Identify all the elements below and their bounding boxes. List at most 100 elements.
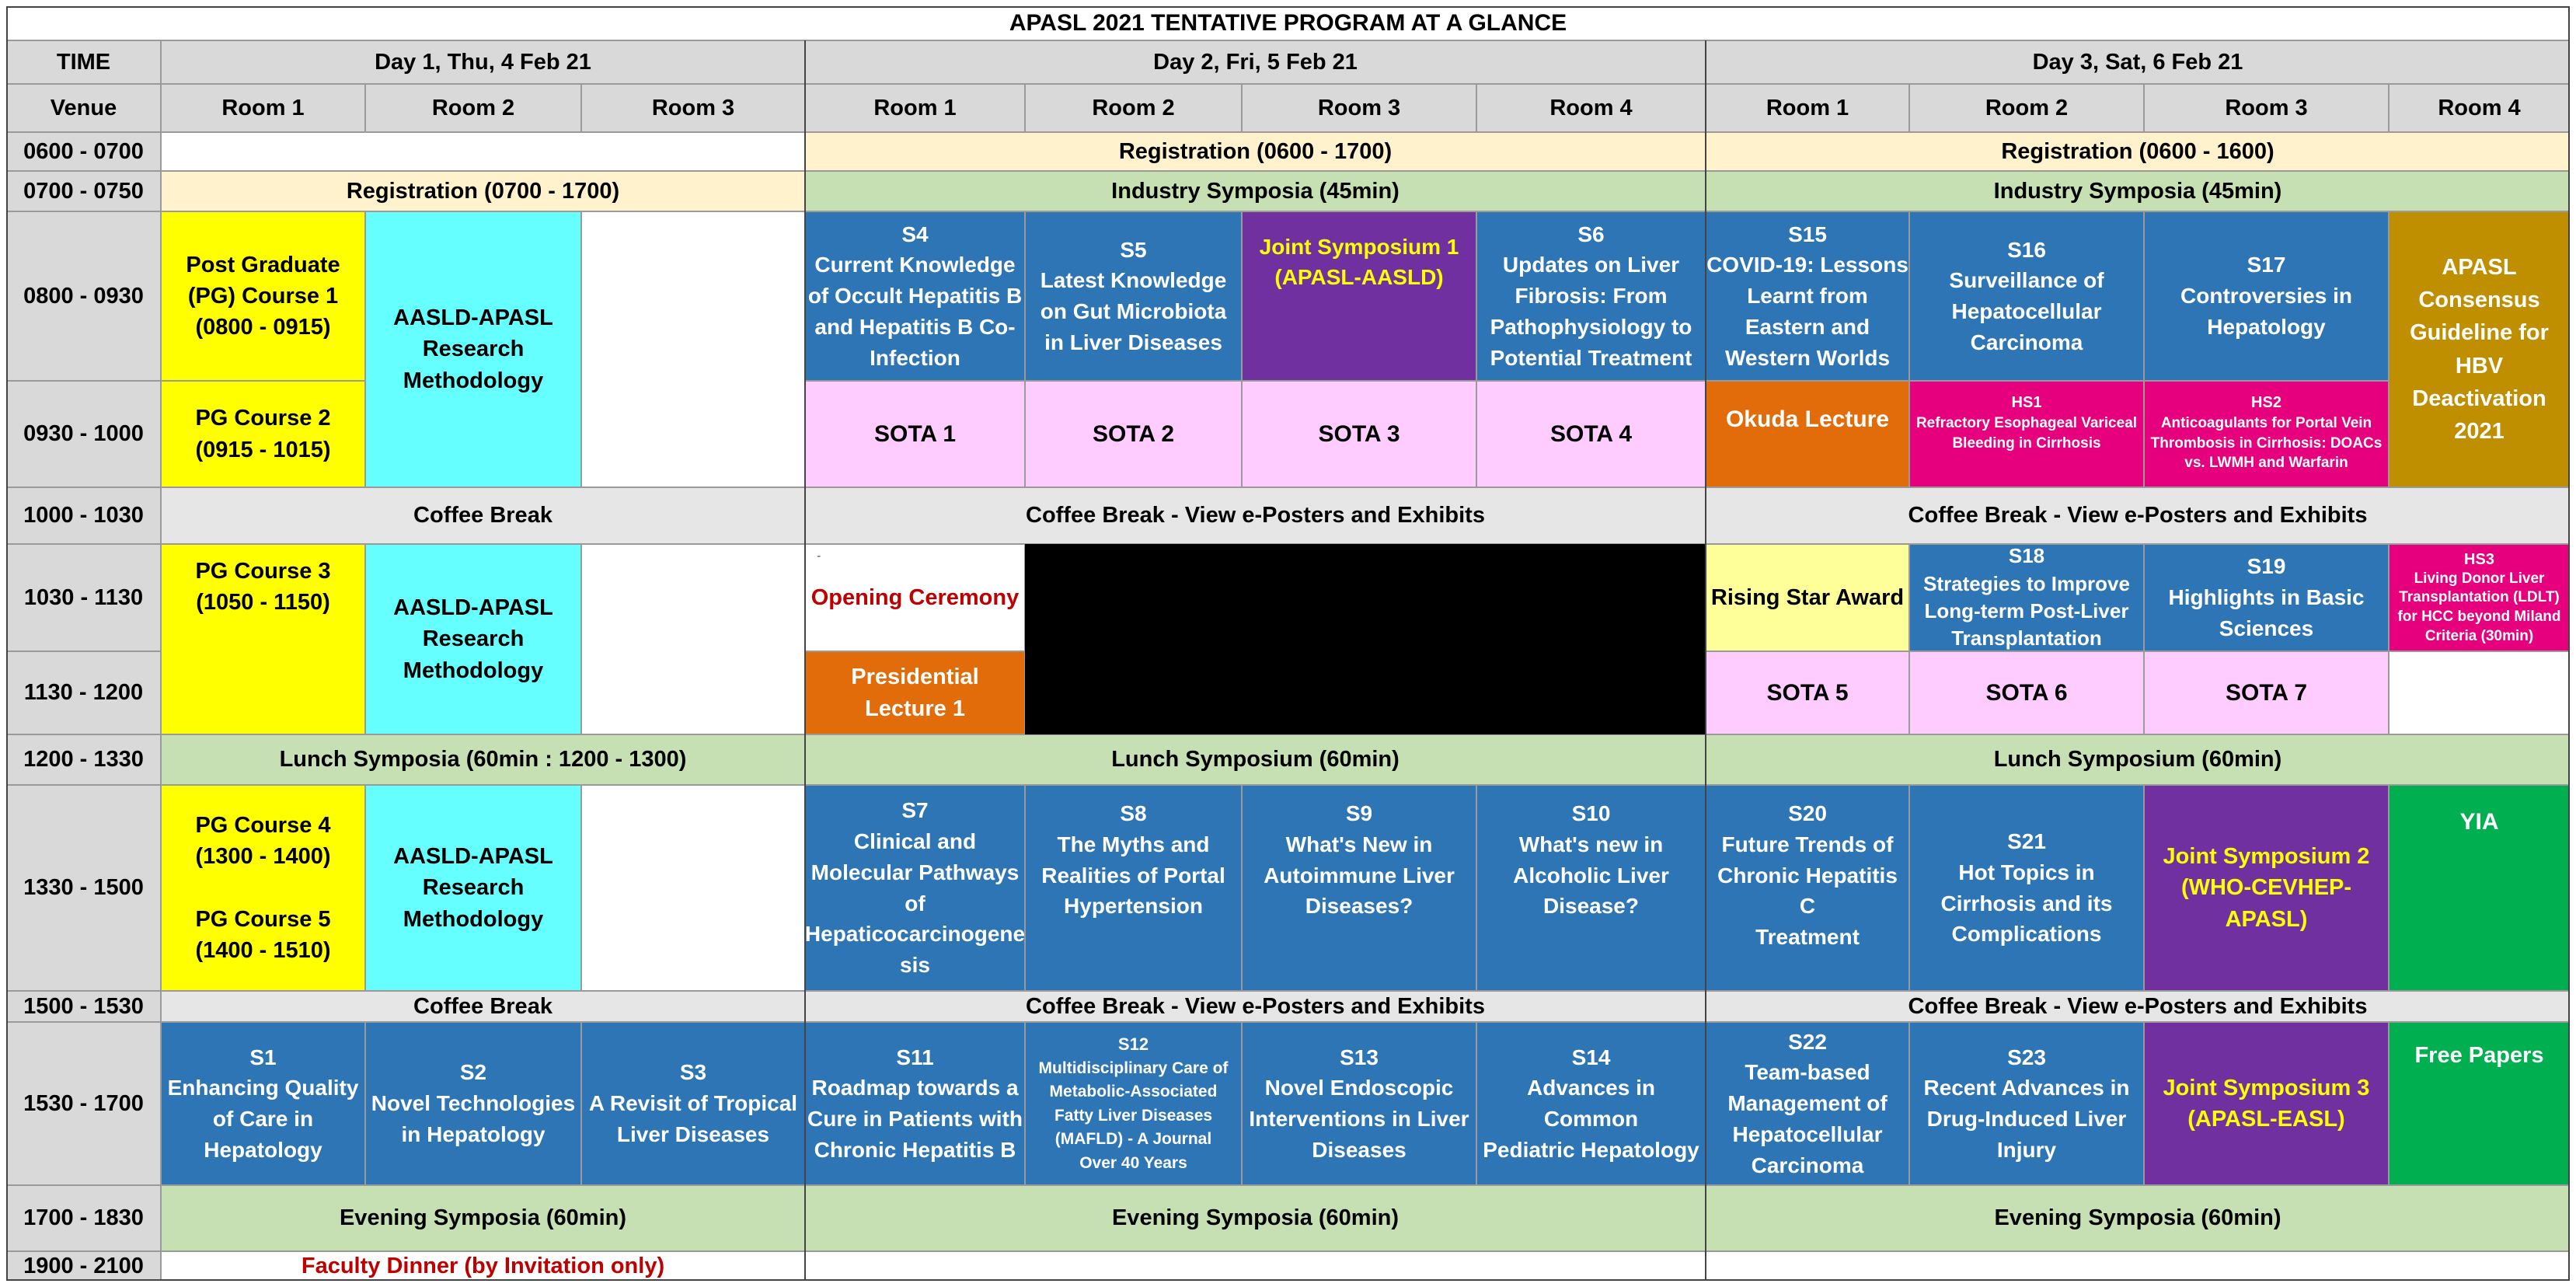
session-s21-line: S21 (2007, 829, 2046, 853)
session-s4-line: S4 (901, 221, 929, 246)
session-s7-line: Molecular Pathways (810, 860, 1020, 884)
session-s5-line: S5 (1120, 237, 1147, 262)
coffee-break-day3-label: Coffee Break - View e-Posters and Exhibi… (1908, 503, 2368, 528)
empty-cell (2389, 651, 2570, 734)
session-s22-line: Management of (1727, 1091, 1888, 1116)
industry-symposia-day2-label: Industry Symposia (45min) (1111, 178, 1400, 204)
venue-header: Venue (6, 84, 161, 132)
evening-symposia-day3: Evening Symposia (60min) (1706, 1185, 2570, 1251)
lunch-symposium-day2: Lunch Symposium (60min) (805, 734, 1706, 785)
sota-1: SOTA 1 (805, 381, 1025, 487)
sota-2-label: SOTA 2 (1092, 420, 1174, 447)
session-s3-line: Liver Diseases (616, 1121, 770, 1146)
room-header: Room 1 (805, 84, 1025, 132)
time-slot: 0930 - 1000 (6, 381, 161, 487)
coffee-break-day1-label: Coffee Break (413, 503, 552, 528)
session-s1-line: of Care in (212, 1107, 314, 1131)
joint-symposium-3-line: (APASL-EASL) (2187, 1107, 2345, 1132)
session-s6-line: Pathophysiology to (1490, 314, 1692, 339)
session-s6-line: S6 (1577, 221, 1605, 246)
session-s7-line: of (905, 891, 925, 916)
room-header-label: Room 3 (1317, 95, 1401, 120)
session-hs1-line: Bleeding in Cirrhosis (1952, 434, 2101, 452)
session-s12-line: (MAFLD) - A Journal (1054, 1130, 1212, 1149)
session-s15-line: COVID-19: Lessons (1706, 253, 1908, 277)
session-s13-line: Diseases (1312, 1137, 1407, 1162)
registration-day1-label: Registration (0700 - 1700) (346, 178, 620, 204)
apasl-consensus-guideline-line: Consensus (2418, 288, 2540, 313)
sota-3-label: SOTA 3 (1318, 420, 1400, 447)
session-s5: S5 Latest Knowledge on Gut Microbiota in Li… (1025, 211, 1242, 381)
aasld-apasl-methodology-line: Research (422, 875, 525, 901)
room-header: Room 4 (1476, 84, 1706, 132)
aasld-apasl-methodology: AASLD-APASL Research Methodology (365, 785, 581, 991)
session-s21: S21 Hot Topics in Cirrhosis and its Complic… (1909, 785, 2144, 991)
session-s8-line: The Myths and (1057, 832, 1210, 856)
day3-header: Day 3, Sat, 6 Feb 21 (1706, 40, 2570, 84)
aasld-apasl-methodology-line: AASLD-APASL (393, 305, 553, 331)
time-slot-label: 1000 - 1030 (23, 503, 144, 528)
session-s15-line: Eastern and (1745, 314, 1870, 339)
evening-symposia-day1: Evening Symposia (60min) (161, 1185, 805, 1251)
session-s10: S10 What's new in Alcoholic Liver Disease? (1476, 785, 1706, 991)
time-slot: 1530 - 1700 (6, 1022, 161, 1185)
session-s18-line: Long-term Post-Liver (1924, 599, 2129, 623)
coffee-break-day2: Coffee Break - View e-Posters and Exhibi… (805, 487, 1706, 544)
presidential-lecture-1-line: Presidential (851, 664, 979, 690)
opening-ceremony: Opening Ceremony - (805, 544, 1025, 651)
pg-course-1: Post Graduate (PG) Course 1 (0800 - 0915) (161, 211, 365, 381)
session-hs3-line: for HCC beyond Miland (2397, 609, 2561, 625)
session-s10-line: What's new in (1518, 832, 1664, 856)
apasl-consensus-guideline-line: Deactivation (2412, 385, 2546, 411)
session-s16-line: Carcinoma (1970, 330, 2083, 354)
session-hs2-line: Thrombosis in Cirrhosis: DOACs (2150, 434, 2383, 452)
session-s23-line: Injury (1996, 1137, 2057, 1162)
coffee-break-day1-label: Coffee Break (413, 994, 552, 1019)
lunch-symposium-day3-label: Lunch Symposium (60min) (1993, 747, 2282, 773)
time-slot-label: 1500 - 1530 (23, 994, 144, 1019)
sota-5-label: SOTA 5 (1766, 679, 1849, 706)
sota-1-label: SOTA 1 (873, 420, 956, 447)
session-s22-line: Team-based (1745, 1060, 1870, 1085)
day1-header: Day 1, Thu, 4 Feb 21 (161, 40, 805, 84)
room-header-label: Room 3 (2225, 95, 2308, 120)
room-header: Room 3 (2144, 84, 2389, 132)
session-s8-line: Hypertension (1064, 894, 1203, 919)
session-s22-line: Carcinoma (1751, 1153, 1864, 1177)
day3-header-label: Day 3, Sat, 6 Feb 21 (2032, 49, 2243, 75)
session-s18-line: Strategies to Improve (1923, 571, 2130, 595)
joint-symposium-2-line: Joint Symposium 2 (2163, 844, 2370, 870)
sota-6-label: SOTA 6 (1985, 679, 2068, 706)
session-s22-line: S22 (1788, 1029, 1827, 1054)
time-slot: 1500 - 1530 (6, 991, 161, 1022)
joint-symposium-2-line: (WHO-CEVHEP- (2180, 875, 2352, 901)
program-table: APASL 2021 TENTATIVE PROGRAM AT A GLANCE… (0, 0, 2576, 1287)
lunch-symposium-day3: Lunch Symposium (60min) (1706, 734, 2570, 785)
session-s3: S3 A Revisit of Tropical Liver Diseases (581, 1022, 805, 1185)
sota-4-label: SOTA 4 (1549, 420, 1632, 447)
session-s5-line: Latest Knowledge (1040, 268, 1227, 293)
session-s16: S16 Surveillance of Hepatocellular Carcinom… (1909, 211, 2144, 381)
session-hs2: HS2 Anticoagulants for Portal Vein Thrombo… (2144, 381, 2389, 487)
session-s5-line: in Liver Diseases (1044, 330, 1222, 354)
aasld-apasl-methodology: AASLD-APASL Research Methodology (365, 211, 581, 487)
time-slot: 1030 - 1130 (6, 544, 161, 651)
session-s6-line: Potential Treatment (1490, 345, 1692, 370)
industry-symposia-day3-label: Industry Symposia (45min) (1993, 178, 2282, 204)
room-header: Room 2 (1025, 84, 1242, 132)
lunch-symposia-day1: Lunch Symposia (60min : 1200 - 1300) (161, 734, 805, 785)
session-s23-line: Recent Advances in (1923, 1076, 2130, 1100)
session-s19-line: Highlights in Basic (2168, 585, 2365, 610)
pg-course-1-line: Post Graduate (186, 252, 340, 277)
time-header-label: TIME (56, 49, 111, 75)
empty-cell (161, 132, 805, 171)
session-s21-line: Cirrhosis and its (1940, 891, 2113, 916)
session-s21-line: Hot Topics in (1958, 860, 2095, 884)
time-slot: 1900 - 2100 (6, 1251, 161, 1281)
session-s14-line: Advances in Common (1527, 1076, 1655, 1131)
session-s14: S14 Advances in Common Pediatric Hepatolog… (1476, 1022, 1706, 1185)
room-header-label: Room 2 (1985, 95, 2069, 120)
session-s7-line: Hepaticocarcinogene (805, 922, 1025, 947)
session-s18-line: S18 (2008, 544, 2045, 568)
session-s13: S13 Novel Endoscopic Interventions in Live… (1242, 1022, 1476, 1185)
